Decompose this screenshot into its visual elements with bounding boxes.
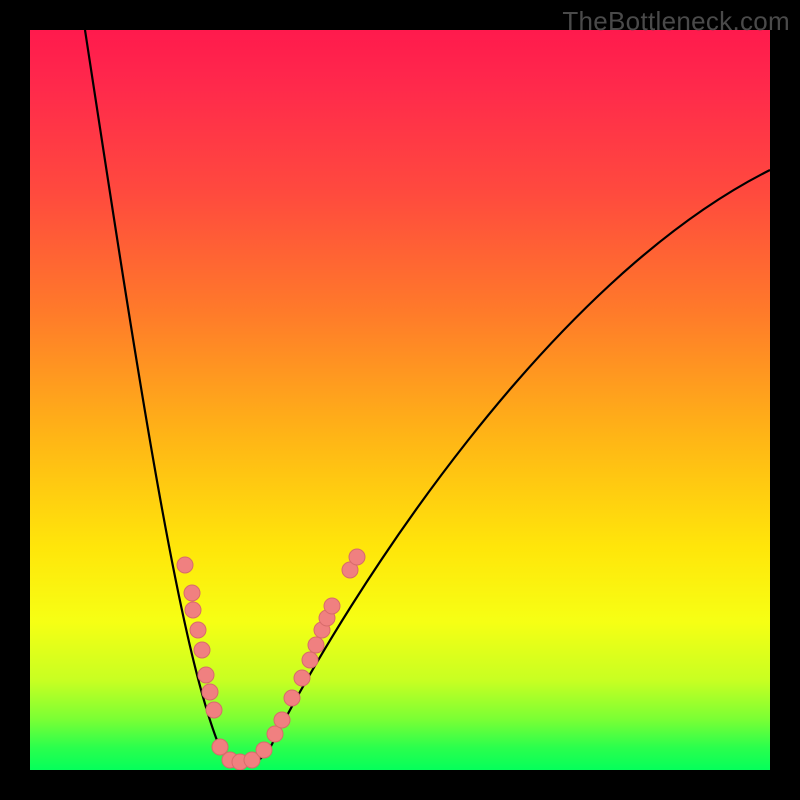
data-point [349, 549, 365, 565]
bottleneck-curve [85, 30, 770, 765]
data-point [256, 742, 272, 758]
data-point [302, 652, 318, 668]
data-point [194, 642, 210, 658]
data-point [324, 598, 340, 614]
plot-area [30, 30, 770, 770]
watermark-text: TheBottleneck.com [562, 6, 790, 37]
data-point [267, 726, 283, 742]
data-point [206, 702, 222, 718]
data-point [274, 712, 290, 728]
data-point [308, 637, 324, 653]
data-point [284, 690, 300, 706]
chart-svg [30, 30, 770, 770]
data-point [185, 602, 201, 618]
data-markers [177, 549, 365, 770]
data-point [202, 684, 218, 700]
data-point [198, 667, 214, 683]
data-point [190, 622, 206, 638]
chart-frame: TheBottleneck.com [0, 0, 800, 800]
data-point [177, 557, 193, 573]
data-point [212, 739, 228, 755]
data-point [184, 585, 200, 601]
data-point [294, 670, 310, 686]
